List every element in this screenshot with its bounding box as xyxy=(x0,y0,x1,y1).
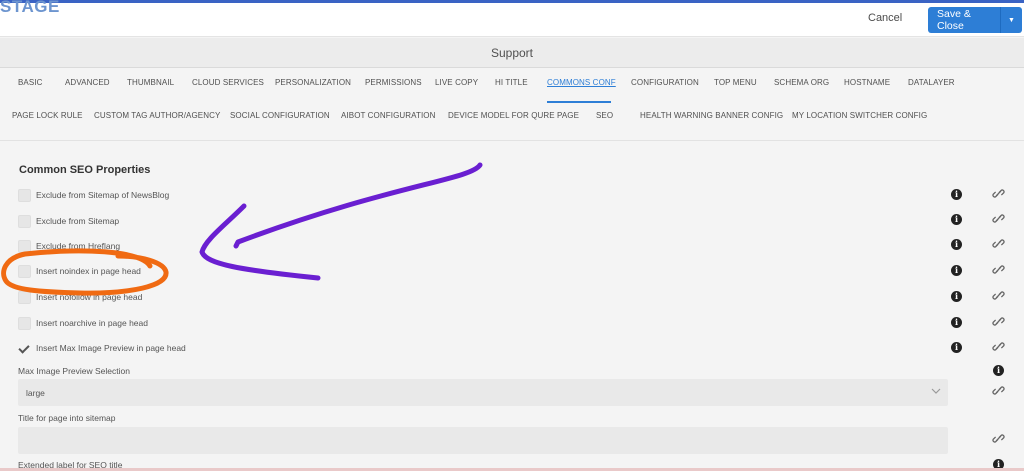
tab-datalayer[interactable]: DATALAYER xyxy=(908,78,955,87)
info-icon[interactable]: i xyxy=(951,265,962,276)
info-icon[interactable]: i xyxy=(951,291,962,302)
tab-device-model[interactable]: DEVICE MODEL FOR QURE PAGE xyxy=(448,111,579,120)
tab-row-1: BASIC ADVANCED THUMBNAIL CLOUD SERVICES … xyxy=(0,78,1024,98)
tab-cloud-services[interactable]: CLOUD SERVICES xyxy=(192,78,264,87)
tab-page-lock-rule[interactable]: PAGE LOCK RULE xyxy=(12,111,83,120)
chevron-down-icon xyxy=(931,388,941,394)
section-title: Common SEO Properties xyxy=(19,164,151,176)
header-bar: STAGE Cancel Save & Close ▼ xyxy=(0,0,1024,37)
checkbox-label: Exclude from Hreflang xyxy=(36,241,121,251)
tab-configuration[interactable]: CONFIGURATION xyxy=(631,78,699,87)
link-icon[interactable] xyxy=(992,384,1005,397)
tab-hi-title[interactable]: HI TITLE xyxy=(495,78,528,87)
checkbox-exclude-sitemap-newsblog[interactable] xyxy=(18,189,31,202)
link-icon[interactable] xyxy=(992,263,1005,276)
tab-top-menu[interactable]: TOP MENU xyxy=(714,78,757,87)
link-icon[interactable] xyxy=(992,237,1005,250)
checkbox-exclude-sitemap[interactable] xyxy=(18,215,31,228)
link-icon[interactable] xyxy=(992,212,1005,225)
info-icon[interactable]: i xyxy=(951,214,962,225)
tab-custom-tag[interactable]: CUSTOM TAG AUTHOR/AGENCY xyxy=(94,111,220,120)
tab-thumbnail[interactable]: THUMBNAIL xyxy=(127,78,174,87)
chevron-down-icon[interactable]: ▼ xyxy=(1001,17,1022,24)
sitemap-title-label: Title for page into sitemap xyxy=(18,413,116,423)
tab-permissions[interactable]: PERMISSIONS xyxy=(365,78,422,87)
tab-seo[interactable]: SEO xyxy=(596,111,613,120)
info-icon[interactable]: i xyxy=(951,189,962,200)
save-close-label: Save & Close xyxy=(937,8,971,32)
active-tab-indicator xyxy=(547,101,611,103)
tab-social-configuration[interactable]: SOCIAL CONFIGURATION xyxy=(230,111,330,120)
cancel-button[interactable]: Cancel xyxy=(868,12,902,24)
row-nofollow: Insert nofollow in page head xyxy=(18,291,998,305)
dialog-title: Support xyxy=(0,38,1024,68)
row-max-image-preview: Insert Max Image Preview in page head xyxy=(18,342,998,356)
checkbox-label: Insert noarchive in page head xyxy=(36,318,148,328)
link-icon[interactable] xyxy=(992,315,1005,328)
tab-health-warning[interactable]: HEALTH WARNING BANNER CONFIG xyxy=(640,111,783,120)
tab-commons-conf[interactable]: COMMONS CONF xyxy=(547,78,616,87)
tab-aibot-configuration[interactable]: AIBOT CONFIGURATION xyxy=(341,111,436,120)
row-noarchive: Insert noarchive in page head xyxy=(18,317,998,331)
checkbox-max-image-preview[interactable] xyxy=(18,342,31,355)
checkbox-label: Insert nofollow in page head xyxy=(36,292,143,302)
max-image-preview-select[interactable]: large xyxy=(18,379,948,406)
link-icon[interactable] xyxy=(992,432,1005,445)
tab-hostname[interactable]: HOSTNAME xyxy=(844,78,890,87)
row-noindex: Insert noindex in page head xyxy=(18,265,998,279)
tab-divider xyxy=(0,140,1024,141)
checkbox-label: Exclude from Sitemap xyxy=(36,216,120,226)
tab-live-copy[interactable]: LIVE COPY xyxy=(435,78,478,87)
link-icon[interactable] xyxy=(992,340,1005,353)
tab-my-location-switcher[interactable]: MY LOCATION SWITCHER CONFIG xyxy=(792,111,927,120)
row-exclude-hreflang: Exclude from Hreflang xyxy=(18,240,998,254)
info-icon[interactable]: i xyxy=(951,317,962,328)
checkbox-exclude-hreflang[interactable] xyxy=(18,240,31,253)
link-icon[interactable] xyxy=(992,289,1005,302)
info-icon[interactable]: i xyxy=(993,365,1004,376)
checkbox-noarchive[interactable] xyxy=(18,317,31,330)
link-icon[interactable] xyxy=(992,187,1005,200)
checkbox-nofollow[interactable] xyxy=(18,291,31,304)
tab-schema-org[interactable]: SCHEMA ORG xyxy=(774,78,829,87)
annotation-arrow-stroke xyxy=(233,162,483,249)
tab-advanced[interactable]: ADVANCED xyxy=(65,78,110,87)
save-close-button[interactable]: Save & Close ▼ xyxy=(928,7,1022,33)
tab-personalization[interactable]: PERSONALIZATION xyxy=(275,78,351,87)
environment-brand: STAGE xyxy=(0,0,60,16)
checkbox-label: Insert Max Image Preview in page head xyxy=(36,343,186,353)
checkbox-label: Exclude from Sitemap of NewsBlog xyxy=(36,190,170,200)
max-image-preview-label: Max Image Preview Selection xyxy=(18,366,130,376)
checkbox-noindex[interactable] xyxy=(18,265,31,278)
row-exclude-sitemap-newsblog: Exclude from Sitemap of NewsBlog xyxy=(18,189,998,203)
tab-row-2: PAGE LOCK RULE CUSTOM TAG AUTHOR/AGENCY … xyxy=(0,111,1024,131)
row-exclude-sitemap: Exclude from Sitemap xyxy=(18,215,998,229)
sitemap-title-input[interactable] xyxy=(18,427,948,454)
checkbox-label: Insert noindex in page head xyxy=(36,266,141,276)
select-value: large xyxy=(26,388,45,398)
tab-basic[interactable]: BASIC xyxy=(18,78,43,87)
info-icon[interactable]: i xyxy=(951,342,962,353)
info-icon[interactable]: i xyxy=(951,239,962,250)
